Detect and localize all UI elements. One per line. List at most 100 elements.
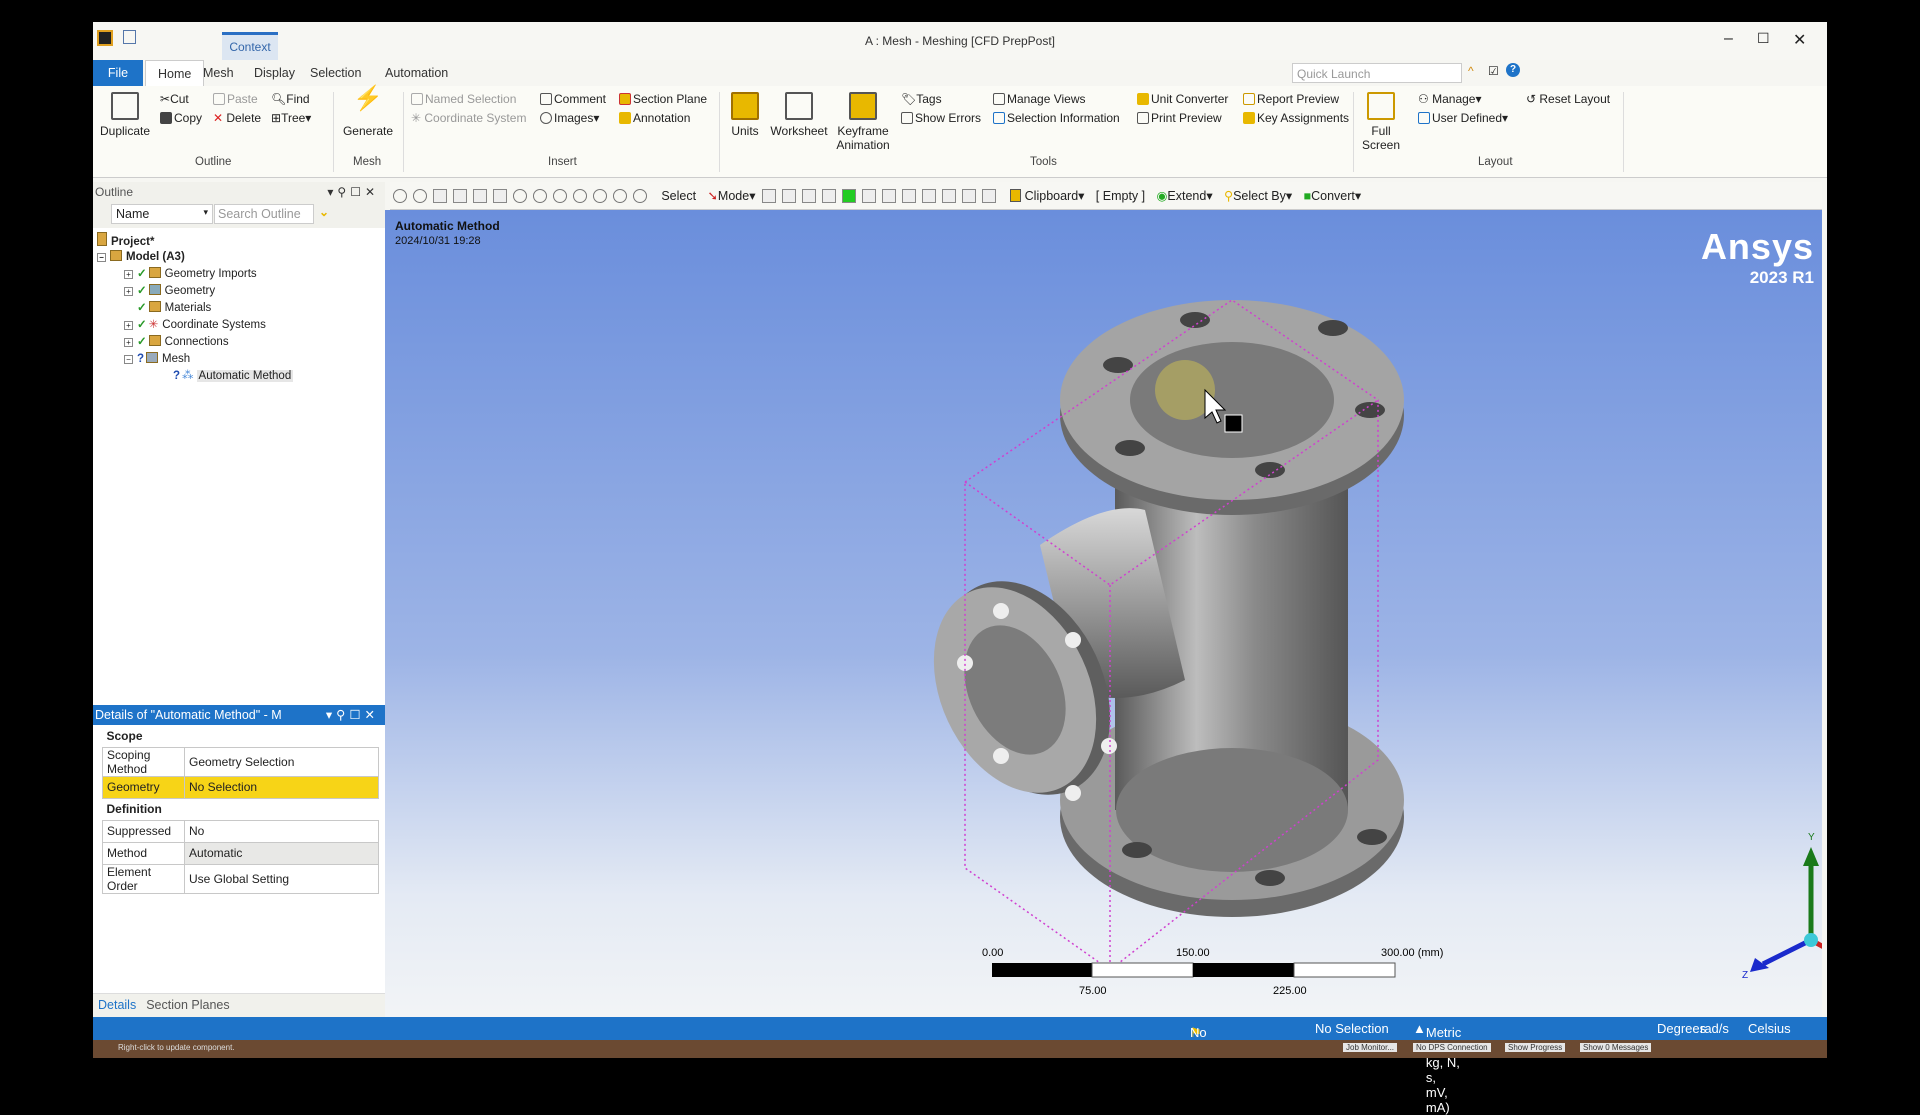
minimize-button[interactable]: – <box>1724 30 1733 48</box>
shaded-icon[interactable] <box>433 189 447 203</box>
tree-node-materials[interactable]: ✓ Materials <box>93 300 385 317</box>
report-preview-button[interactable]: Report Preview <box>1243 92 1339 106</box>
magnifier-icon[interactable] <box>613 189 627 203</box>
tree-node-project[interactable]: Project* <box>93 232 385 249</box>
dps-connection-button[interactable]: No DPS Connection <box>1413 1043 1491 1052</box>
select-vertex-icon[interactable] <box>761 189 776 203</box>
chart-icon[interactable] <box>981 189 996 203</box>
extend-dropdown[interactable]: ◉Extend▾ <box>1156 182 1212 210</box>
probe-icon[interactable] <box>941 189 956 203</box>
paste-button[interactable]: Paste <box>213 92 258 106</box>
zoom-out-icon[interactable] <box>413 189 427 203</box>
select-face-element-icon[interactable] <box>881 189 896 203</box>
tree-node-geometry[interactable]: + ✓ Geometry <box>93 283 385 300</box>
generate-button[interactable]: ⚡ Generate <box>341 87 395 139</box>
tree-node-geometry-imports[interactable]: + ✓ Geometry Imports <box>93 266 385 283</box>
tab-section-planes[interactable]: Section Planes <box>141 994 234 1016</box>
keyframe-animation-button[interactable]: Keyframe Animation <box>833 92 893 152</box>
zoom-prev-icon[interactable] <box>633 189 647 203</box>
tree-node-connections[interactable]: + ✓ Connections <box>93 334 385 351</box>
rotate-icon[interactable] <box>513 189 527 203</box>
tree-button[interactable]: ⊞Tree▾ <box>271 111 311 125</box>
tee-pipe-geometry[interactable] <box>902 299 1404 971</box>
select-edge-icon[interactable] <box>781 189 796 203</box>
mode-dropdown[interactable]: ➘Mode▾ <box>707 182 755 210</box>
select-element-icon[interactable] <box>861 189 876 203</box>
category-scope[interactable]: Scope <box>102 725 379 748</box>
select-by-dropdown[interactable]: ⚲Select By▾ <box>1224 182 1292 210</box>
help-icon[interactable]: ? <box>1506 63 1520 77</box>
zoom-icon[interactable] <box>553 189 567 203</box>
reset-layout-button[interactable]: ↺ Reset Layout <box>1526 92 1610 106</box>
unit-converter-button[interactable]: Unit Converter <box>1137 92 1228 106</box>
filter-chevron-icon[interactable]: ⌄ <box>319 205 329 219</box>
select-node-icon[interactable] <box>841 189 856 203</box>
coordinate-system-button[interactable]: ✳ Coordinate System <box>411 111 526 125</box>
unit-system-status[interactable]: ▲ Metric (mm, kg, N, s, mV, mA) <box>1413 1021 1461 1115</box>
comment-button[interactable]: Comment <box>540 92 606 106</box>
show-progress-button[interactable]: Show Progress <box>1505 1043 1566 1052</box>
selection-information-button[interactable]: Selection Information <box>993 111 1120 125</box>
tab-selection[interactable]: Selection <box>298 60 373 86</box>
box-zoom-icon[interactable] <box>573 189 587 203</box>
units-button[interactable]: Units <box>727 92 763 138</box>
annotation-button[interactable]: Annotation <box>619 111 690 125</box>
find-button[interactable]: 🔍︎Find <box>271 92 310 106</box>
clipboard-dropdown[interactable]: Clipboard▾ <box>1010 182 1084 210</box>
show-messages-button[interactable]: Show 0 Messages <box>1580 1043 1652 1052</box>
tree-node-model[interactable]: − Model (A3) <box>93 249 385 266</box>
user-defined-button[interactable]: User Defined▾ <box>1418 111 1508 125</box>
tab-automation[interactable]: Automation <box>373 60 460 86</box>
view-icon[interactable] <box>493 189 507 203</box>
select-body-icon[interactable] <box>821 189 836 203</box>
tab-details[interactable]: Details <box>93 994 141 1016</box>
search-outline-input[interactable]: Search Outline <box>214 204 314 224</box>
copy-button[interactable]: Copy <box>160 111 202 125</box>
triad-axes[interactable]: Y X Z <box>1742 832 1822 981</box>
category-definition[interactable]: Definition <box>102 798 379 821</box>
named-selection-button[interactable]: Named Selection <box>411 92 516 106</box>
panel-controls[interactable]: ▾⚲☐✕ <box>327 182 379 202</box>
tab-file[interactable]: File <box>93 60 143 86</box>
print-preview-button[interactable]: Print Preview <box>1137 111 1222 125</box>
full-screen-button[interactable]: Full Screen <box>1361 92 1401 152</box>
temperature-unit-status[interactable]: Celsius <box>1748 1021 1791 1036</box>
convert-dropdown[interactable]: ■Convert▾ <box>1304 182 1362 210</box>
cut-button[interactable]: ✂Cut <box>160 92 189 106</box>
angle-unit-status[interactable]: Degrees <box>1657 1021 1706 1036</box>
worksheet-button[interactable]: Worksheet <box>769 92 829 138</box>
label-icon[interactable] <box>961 189 976 203</box>
show-errors-button[interactable]: Show Errors <box>901 111 981 125</box>
graphics-viewport[interactable]: Automatic Method 2024/10/31 19:28 Ansys 2… <box>385 210 1822 1017</box>
tree-node-coordinate-systems[interactable]: + ✓ ✳ Coordinate Systems <box>93 317 385 334</box>
maximize-button[interactable]: ☐ <box>1757 30 1770 47</box>
tree-node-mesh[interactable]: −? Mesh <box>93 351 385 368</box>
zoom-in-icon[interactable] <box>393 189 407 203</box>
select-face-icon[interactable] <box>801 189 816 203</box>
tags-button[interactable]: 🏷︎Tags <box>901 92 942 106</box>
quick-launch-input[interactable]: Quick Launch <box>1292 63 1462 83</box>
filter-type-select[interactable]: Name ▾ <box>111 204 213 224</box>
delete-button[interactable]: ✕ Delete <box>213 111 261 125</box>
rotation-unit-status[interactable]: rad/s <box>1700 1021 1729 1036</box>
xyz-icon[interactable] <box>921 189 936 203</box>
section-plane-button[interactable]: Section Plane <box>619 92 707 106</box>
job-monitor-button[interactable]: Job Monitor... <box>1343 1043 1398 1052</box>
tree-node-automatic-method[interactable]: ? ⁂ Automatic Method <box>93 368 385 385</box>
close-button[interactable]: ✕ <box>1793 30 1806 50</box>
duplicate-button[interactable]: Duplicate <box>99 92 151 138</box>
images-button[interactable]: Images▾ <box>540 111 599 125</box>
checklist-icon[interactable]: ☑ <box>1488 64 1499 78</box>
manage-button[interactable]: ⚇ Manage▾ <box>1418 92 1482 106</box>
collapse-ribbon-icon[interactable]: ^ <box>1468 64 1474 78</box>
tab-mesh[interactable]: Mesh <box>191 60 246 86</box>
select-body-element-icon[interactable] <box>901 189 916 203</box>
pan-icon[interactable] <box>533 189 547 203</box>
select-button[interactable]: Select <box>661 182 696 210</box>
wireframe-icon[interactable] <box>453 189 467 203</box>
key-assignments-button[interactable]: Key Assignments <box>1243 111 1349 125</box>
zoom-fit-icon[interactable] <box>593 189 607 203</box>
display-icon[interactable] <box>473 189 487 203</box>
panel-controls[interactable]: ▾⚲☐✕ <box>326 705 379 725</box>
manage-views-button[interactable]: Manage Views <box>993 92 1086 106</box>
